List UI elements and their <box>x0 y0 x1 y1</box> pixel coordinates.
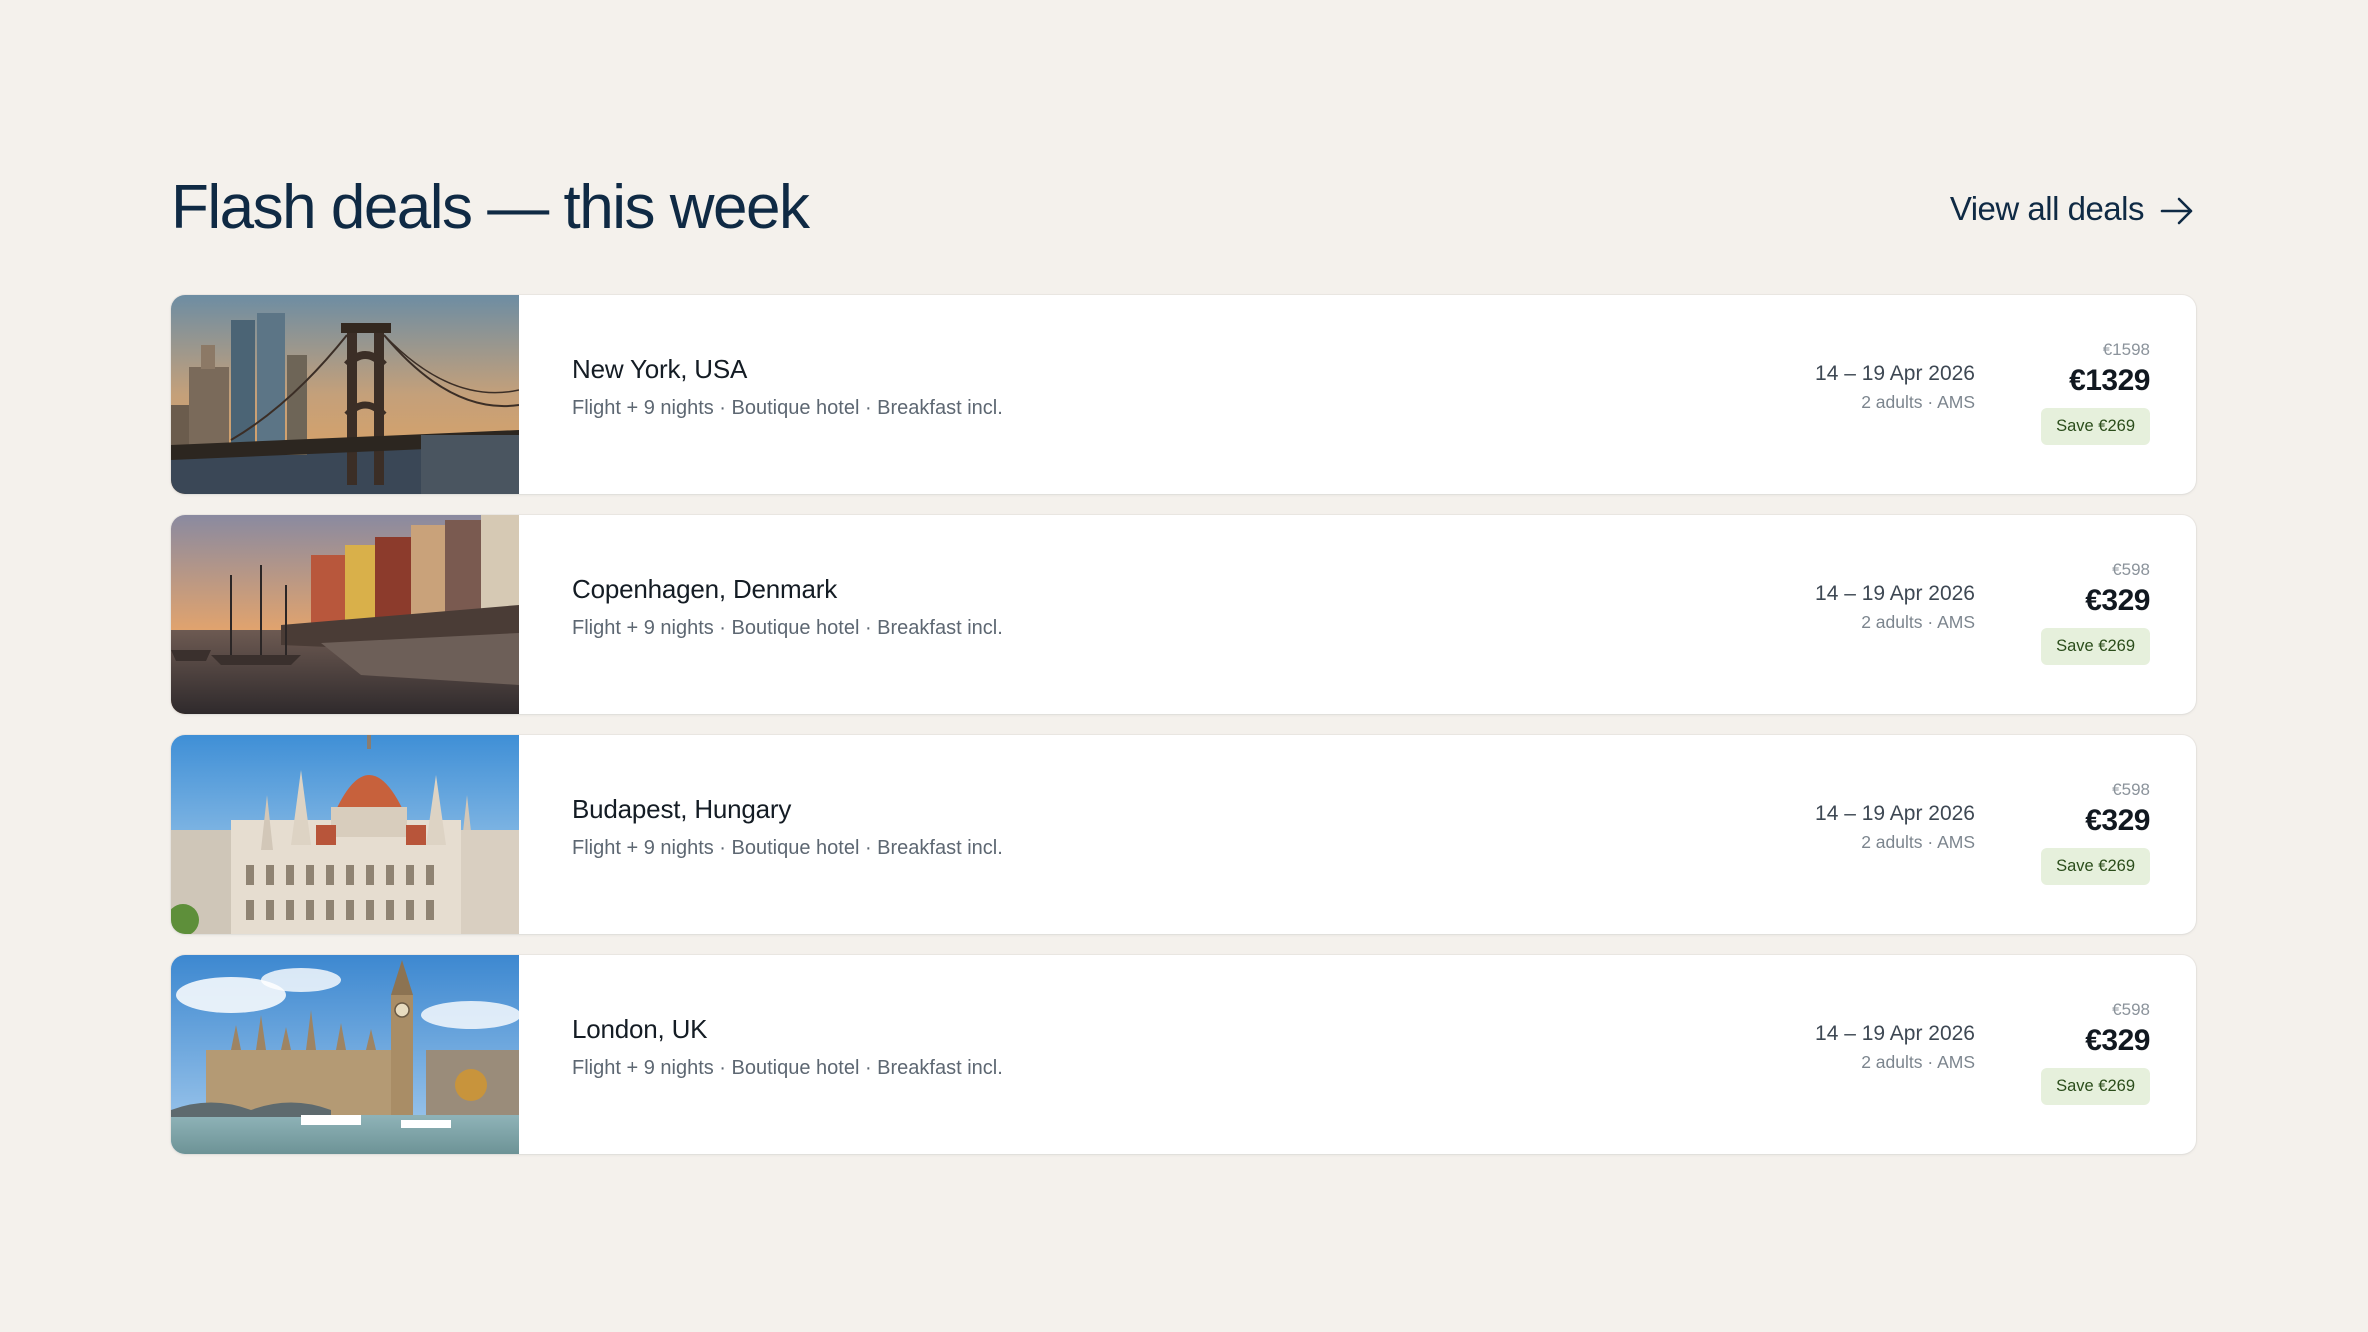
deal-price: €1329 <box>2069 364 2150 397</box>
flash-deals-section: Flash deals — this week View all deals N… <box>171 170 2196 1154</box>
deal-travellers: 2 adults · AMS <box>1861 612 1975 632</box>
deal-date-range: 14 – 19 Apr 2026 <box>1815 1022 1975 1045</box>
deal-card[interactable]: Budapest, Hungary Flight + 9 nights · Bo… <box>171 735 2196 934</box>
page-title: Flash deals — this week <box>171 173 810 242</box>
deal-pricing: €598 €329 Save €269 <box>2041 559 2150 665</box>
view-all-deals-link[interactable]: View all deals <box>1950 190 2194 228</box>
deal-old-price: €598 <box>2112 560 2150 579</box>
deal-date-range: 14 – 19 Apr 2026 <box>1815 362 1975 385</box>
deal-info: Copenhagen, Denmark Flight + 9 nights · … <box>572 573 1003 641</box>
deal-info: New York, USA Flight + 9 nights · Boutiq… <box>572 353 1003 421</box>
deal-info: London, UK Flight + 9 nights · Boutique … <box>572 1013 1003 1081</box>
savings-badge: Save €269 <box>2041 408 2150 445</box>
deals-list: New York, USA Flight + 9 nights · Boutiq… <box>171 295 2196 1154</box>
deal-old-price: €1598 <box>2102 340 2150 359</box>
deal-destination: New York, USA <box>572 354 748 384</box>
deal-date-range: 14 – 19 Apr 2026 <box>1815 582 1975 605</box>
deal-image-london <box>171 955 519 1154</box>
deal-dates: 14 – 19 Apr 2026 2 adults · AMS <box>1815 361 1975 413</box>
savings-badge: Save €269 <box>2041 848 2150 885</box>
view-all-deals-label: View all deals <box>1949 190 2145 227</box>
deal-old-price: €598 <box>2112 1000 2150 1019</box>
deal-card[interactable]: Copenhagen, Denmark Flight + 9 nights · … <box>171 515 2196 714</box>
deal-dates: 14 – 19 Apr 2026 2 adults · AMS <box>1815 801 1975 853</box>
deal-pricing: €598 €329 Save €269 <box>2041 779 2150 885</box>
deal-destination: Copenhagen, Denmark <box>572 574 838 604</box>
savings-badge: Save €269 <box>2041 628 2150 665</box>
deal-destination: London, UK <box>572 1014 708 1044</box>
deal-image-copenhagen <box>171 515 519 714</box>
deal-dates: 14 – 19 Apr 2026 2 adults · AMS <box>1815 581 1975 633</box>
deal-card[interactable]: New York, USA Flight + 9 nights · Boutiq… <box>171 295 2196 494</box>
section-header: Flash deals — this week View all deals <box>171 170 2196 295</box>
deal-pricing: €1598 €1329 Save €269 <box>2041 339 2150 445</box>
deal-dates: 14 – 19 Apr 2026 2 adults · AMS <box>1815 1021 1975 1073</box>
deal-description: Flight + 9 nights · Boutique hotel · Bre… <box>572 837 1003 859</box>
deal-description: Flight + 9 nights · Boutique hotel · Bre… <box>572 1057 1003 1079</box>
deal-card[interactable]: London, UK Flight + 9 nights · Boutique … <box>171 955 2196 1154</box>
deal-destination: Budapest, Hungary <box>572 794 792 824</box>
deal-travellers: 2 adults · AMS <box>1861 1052 1975 1072</box>
deal-travellers: 2 adults · AMS <box>1861 392 1975 412</box>
savings-badge: Save €269 <box>2041 1068 2150 1105</box>
deal-info: Budapest, Hungary Flight + 9 nights · Bo… <box>572 793 1003 861</box>
deal-image-new-york <box>171 295 519 494</box>
deal-price: €329 <box>2085 1024 2150 1057</box>
deal-date-range: 14 – 19 Apr 2026 <box>1815 802 1975 825</box>
deal-image-budapest <box>171 735 519 934</box>
deal-old-price: €598 <box>2112 780 2150 799</box>
deal-description: Flight + 9 nights · Boutique hotel · Bre… <box>572 397 1003 419</box>
arrow-right-icon <box>2160 197 2193 225</box>
deal-pricing: €598 €329 Save €269 <box>2041 999 2150 1105</box>
deal-travellers: 2 adults · AMS <box>1861 832 1975 852</box>
deal-price: €329 <box>2085 584 2150 617</box>
deal-price: €329 <box>2085 804 2150 837</box>
deal-description: Flight + 9 nights · Boutique hotel · Bre… <box>572 617 1003 639</box>
